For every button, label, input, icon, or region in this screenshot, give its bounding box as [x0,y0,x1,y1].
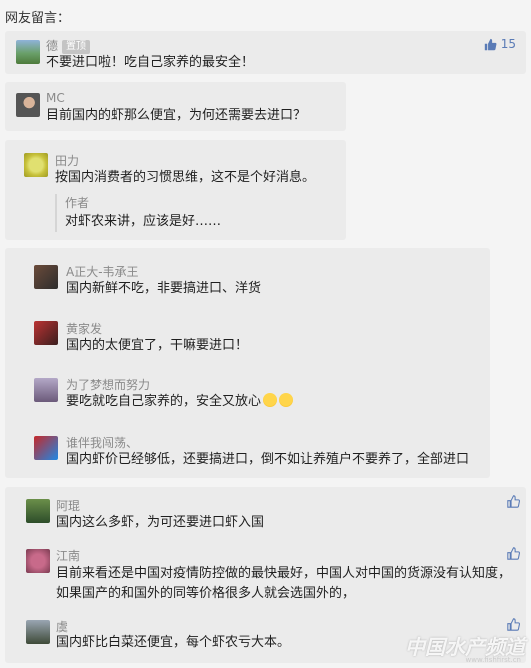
like-button[interactable] [507,495,520,508]
smile-emoji-icon [263,393,278,407]
comment-author[interactable]: 江南 [56,547,80,564]
thumbs-up-icon [507,618,520,631]
like-button[interactable]: 15 [484,37,516,51]
reply-author: 作者 [65,196,90,210]
avatar[interactable] [34,265,58,289]
comment-card: A正大-韦承王 国内新鲜不吃，非要搞进口、洋货 黄家发 国内的太便宜了，干嘛要进… [5,248,490,478]
comment-text: 国内的太便宜了，干嘛要进口！ [66,338,249,353]
comment-author[interactable]: 为了梦想而努力 [66,376,150,393]
thumbs-up-icon [507,547,520,560]
comment-text: 不要进口啦！吃自己家养的最安全！ [46,55,255,70]
comment-author[interactable]: A正大-韦承王 [66,263,139,280]
like-button[interactable] [507,547,520,560]
like-button[interactable] [507,618,520,631]
comment-card: 田力 按国内消费者的习惯思维，这不是个好消息。 作者 对虾农来讲，应该是好…… [5,140,346,240]
comment-card: 德置顶 不要进口啦！吃自己家养的最安全！ 15 [5,31,526,74]
reply-text: 对虾农来讲，应该是好…… [65,214,222,229]
comment-author[interactable]: 德置顶 [46,37,91,54]
avatar[interactable] [24,153,48,177]
comment-author[interactable]: 黄家发 [66,320,102,337]
avatar[interactable] [34,321,58,345]
avatar[interactable] [26,620,50,644]
comment-card: MC 目前国内的虾那么便宜，为何还需要去进口？ [5,82,346,131]
smile-emoji-icon [279,393,294,407]
comment-text: 按国内消费者的习惯思维，这不是个好消息。 [55,170,316,185]
author-reply: 作者 对虾农来讲，应该是好…… [55,194,221,232]
comment-text: 目前国内的虾那么便宜，为何还需要去进口？ [46,108,307,123]
comment-author[interactable]: MC [46,91,65,105]
comment-text: 国内虾价已经够低，还要搞进口，倒不如让养殖户不要养了，全部进口 [66,452,470,467]
avatar[interactable] [34,378,58,402]
like-count: 15 [500,37,516,51]
avatar[interactable] [16,40,40,64]
comment-text: 目前来看还是中国对疫情防控做的最快最好，中国人对中国的货源没有认知度，如果国产的… [56,566,512,601]
watermark-url: www.fishfirst.cn [465,656,521,664]
comment-author[interactable]: 阿琨 [56,497,80,514]
avatar[interactable] [34,436,58,460]
avatar[interactable] [16,93,40,117]
pinned-badge: 置顶 [62,40,91,54]
avatar[interactable] [26,499,50,523]
section-title: 网友留言： [5,11,71,26]
comment-text: 国内新鲜不吃，非要搞进口、洋货 [66,281,262,296]
comment-author[interactable]: 田力 [55,152,79,169]
thumbs-up-icon [484,38,497,50]
comment-text: 要吃就吃自己家养的，安全又放心 [66,392,294,412]
comment-author[interactable]: 谁伴我闯荡、 [66,434,138,451]
comment-text: 国内虾比白菜还便宜，每个虾农亏大本。 [56,635,291,650]
thumbs-up-icon [507,495,520,508]
avatar[interactable] [26,549,50,573]
comment-text: 国内这么多虾，为可还要进口虾入国 [56,515,265,530]
